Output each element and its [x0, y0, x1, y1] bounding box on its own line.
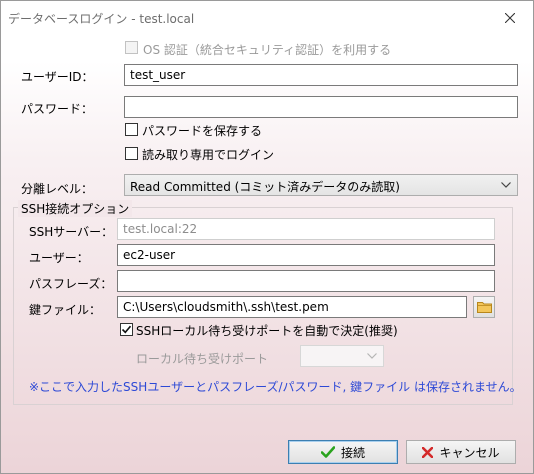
ssh-keyfile-field[interactable]: C:\Users\cloudsmith\.ssh\test.pem: [117, 296, 467, 318]
isolation-level-select[interactable]: Read Committed (コミット済みデータのみ読取): [124, 174, 518, 196]
close-button[interactable]: [487, 1, 533, 34]
read-only-checkbox[interactable]: [125, 147, 138, 160]
password-field[interactable]: [124, 96, 518, 118]
read-only-label: 読み取り専用でログイン: [142, 148, 275, 162]
ssh-user-field[interactable]: ec2-user: [117, 244, 495, 266]
ssh-note: ※ここで入力したSSHユーザーとパスフレーズ/パスワード, 鍵ファイル は保存さ…: [29, 380, 522, 394]
save-password-checkbox[interactable]: [125, 123, 138, 136]
cancel-button[interactable]: キャンセル: [406, 440, 516, 464]
check-icon: [320, 446, 335, 458]
ssh-passphrase-label: パスフレーズ：: [29, 277, 113, 291]
auto-port-label: SSHローカル待ち受けポートを自動で決定(推奨): [136, 324, 398, 338]
cancel-button-label: キャンセル: [439, 445, 500, 460]
browse-keyfile-button[interactable]: [473, 296, 495, 318]
ssh-passphrase-field[interactable]: [117, 270, 495, 292]
login-dialog: データベースログイン - test.local OS 認証（統合セキュリティ認証…: [0, 0, 534, 474]
chevron-down-icon: [501, 182, 511, 188]
local-port-label: ローカル待ち受けポート: [136, 352, 269, 366]
cancel-x-icon: [422, 446, 434, 458]
checkmark-icon: [121, 325, 132, 334]
local-port-select[interactable]: [300, 345, 384, 367]
isolation-level-value: Read Committed (コミット済みデータのみ読取): [130, 180, 400, 194]
password-label: パスワード：: [21, 102, 94, 116]
ssh-user-label: ユーザー：: [29, 251, 89, 265]
ssh-server-field[interactable]: test.local:22: [117, 218, 495, 240]
ssh-options-title: SSH接続オプション: [18, 200, 133, 217]
save-password-label: パスワードを保存する: [142, 124, 263, 138]
close-icon: [505, 12, 515, 23]
ssh-server-label: SSHサーバー：: [29, 225, 114, 239]
folder-icon: [476, 302, 492, 313]
title-bar: データベースログイン - test.local: [1, 1, 533, 34]
window-title: データベースログイン - test.local: [8, 12, 195, 26]
user-id-field[interactable]: test_user: [124, 64, 518, 86]
os-auth-label: OS 認証（統合セキュリティ認証）を利用する: [143, 43, 392, 57]
auto-port-checkbox[interactable]: [120, 323, 133, 336]
connect-button[interactable]: 接続: [288, 440, 398, 464]
ssh-keyfile-label: 鍵ファイル：: [29, 303, 102, 317]
os-auth-checkbox[interactable]: [125, 41, 138, 54]
connect-button-label: 接続: [340, 445, 365, 460]
user-id-label: ユーザーID：: [21, 70, 94, 84]
chevron-down-icon: [367, 353, 377, 359]
isolation-level-label: 分離レベル：: [21, 182, 94, 196]
